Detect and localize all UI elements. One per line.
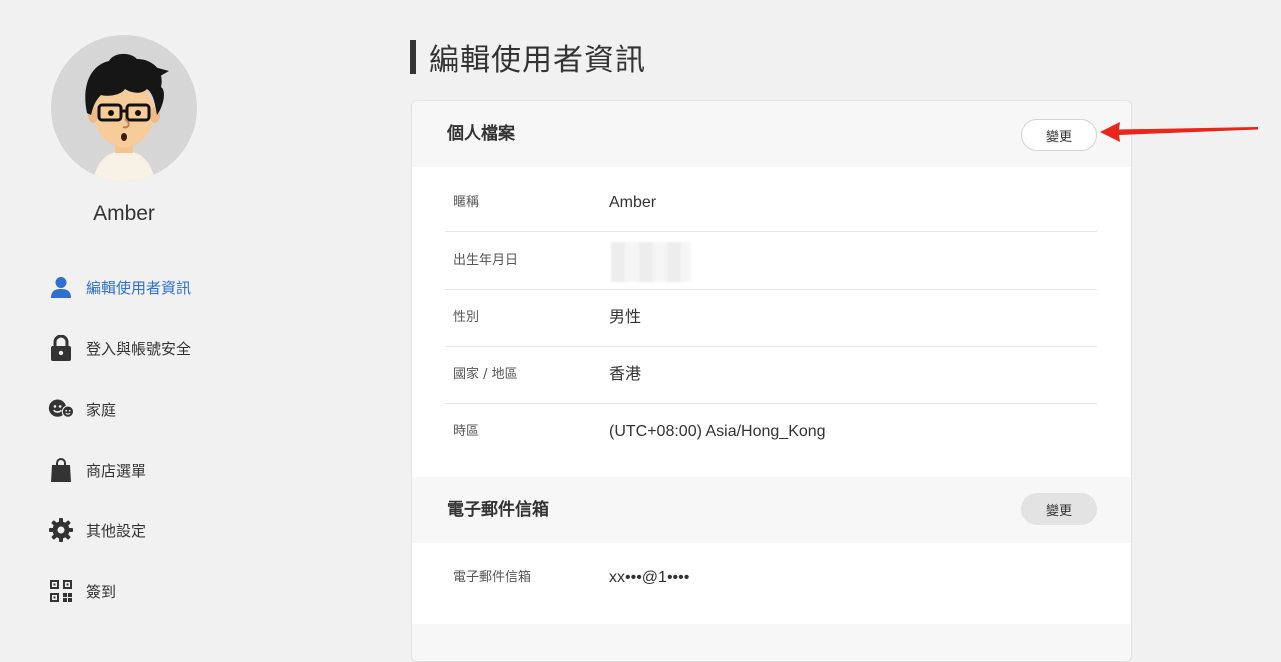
sidebar-item-other-settings[interactable]: 其他設定	[48, 515, 146, 545]
sidebar-item-label: 登入與帳號安全	[86, 339, 192, 358]
mii-avatar-icon	[85, 53, 169, 181]
profile-row-birthdate: 出生年月日	[445, 232, 1097, 290]
sidebar-item-label: 簽到	[86, 582, 117, 601]
sidebar-item-edit-user-info[interactable]: 編輯使用者資訊	[48, 272, 191, 302]
row-label: 出生年月日	[453, 253, 519, 268]
sidebar-item-label: 家庭	[86, 400, 117, 419]
sidebar-item-label: 商店選單	[86, 461, 147, 480]
row-value: (UTC+08:00) Asia/Hong_Kong	[609, 423, 826, 440]
row-label: 電子郵件信箱	[453, 570, 532, 585]
profile-change-button[interactable]: 變更	[1021, 119, 1097, 151]
family-icon	[48, 396, 74, 422]
sidebar-item-check-in[interactable]: 簽到	[48, 576, 116, 606]
redacted-birthdate	[611, 242, 691, 282]
shopping-bag-icon	[48, 457, 74, 483]
email-section-title: 電子郵件信箱	[447, 500, 549, 520]
lock-icon	[48, 335, 74, 361]
gear-icon	[48, 517, 74, 543]
profile-section-header: 個人檔案 變更	[412, 101, 1131, 167]
row-label: 暱稱	[453, 195, 480, 210]
sidebar-item-login-security[interactable]: 登入與帳號安全	[48, 333, 191, 363]
row-label: 性別	[453, 310, 480, 325]
profile-row-gender: 性別 男性	[445, 289, 1097, 347]
profile-row-timezone: 時區 (UTC+08:00) Asia/Hong_Kong	[445, 403, 1097, 460]
profile-section-title: 個人檔案	[447, 124, 515, 144]
page-title: 編輯使用者資訊	[410, 40, 646, 78]
profile-row-nickname: 暱稱 Amber	[445, 174, 1097, 232]
username: Amber	[93, 202, 155, 225]
sidebar-item-label: 編輯使用者資訊	[86, 278, 192, 297]
row-label: 國家 / 地區	[453, 367, 518, 382]
page-title-text: 編輯使用者資訊	[429, 43, 646, 78]
user-info-card: 個人檔案 變更 暱稱 Amber 出生年月日 性別 男性 國家 / 地區 香港 …	[411, 100, 1132, 662]
person-icon	[48, 274, 74, 300]
sidebar-item-shop-menu[interactable]: 商店選單	[48, 455, 146, 485]
sidebar-item-label: 其他設定	[86, 521, 147, 540]
row-value: Amber	[609, 194, 657, 211]
row-label: 時區	[453, 424, 480, 439]
email-row-address: 電子郵件信箱 xx•••@1••••	[445, 549, 1097, 606]
annotation-arrow-icon	[1100, 122, 1258, 142]
sidebar-item-family[interactable]: 家庭	[48, 394, 116, 424]
email-section-header: 電子郵件信箱 變更	[412, 477, 1131, 543]
row-value: 男性	[609, 309, 642, 326]
qr-code-icon	[48, 578, 74, 604]
row-value: 香港	[609, 366, 642, 383]
avatar[interactable]	[51, 35, 197, 181]
title-accent-bar	[410, 40, 416, 74]
sidebar: Amber 編輯使用者資訊 登入與帳號安全 家庭 商店選單 其他設定 簽到	[0, 0, 250, 638]
next-section-header	[412, 624, 1131, 661]
profile-row-country: 國家 / 地區 香港	[445, 346, 1097, 404]
row-value: xx•••@1••••	[609, 569, 690, 586]
email-change-button[interactable]: 變更	[1021, 493, 1097, 525]
